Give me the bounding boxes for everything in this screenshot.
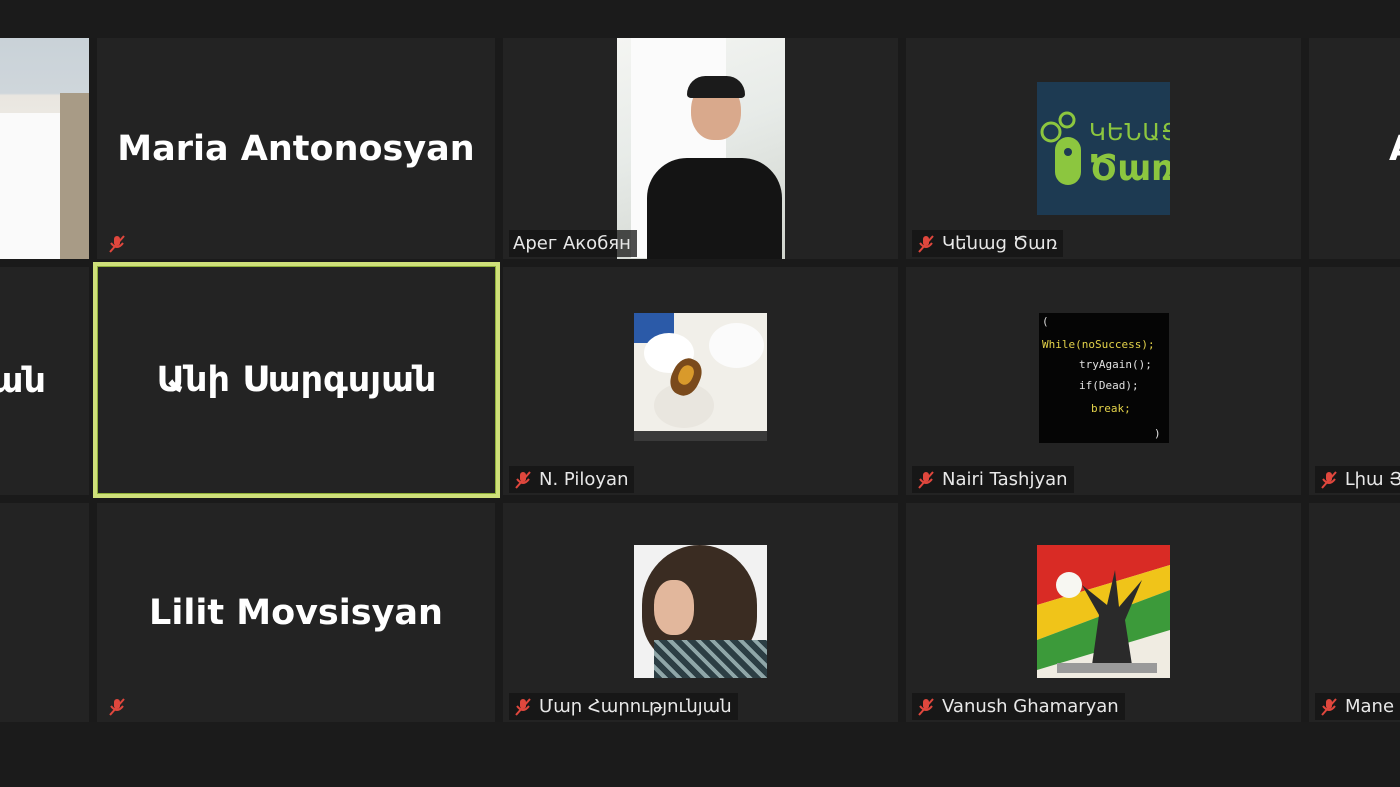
kenats-tsar-logo: ԿԵՆԱՑ Ծառ (1037, 82, 1170, 215)
participant-tile-arev[interactable]: Арег Акобян (503, 38, 898, 259)
participant-tile-left-top[interactable] (0, 38, 89, 259)
participant-tile-ani-active-speaker[interactable]: Անի Սարգսյան (93, 262, 500, 498)
name-tag (103, 230, 133, 257)
participant-tile-piloyan[interactable]: N. Piloyan (503, 267, 898, 495)
muted-mic-icon (513, 470, 533, 490)
top-bar (0, 0, 1400, 38)
muted-mic-icon (916, 470, 936, 490)
name-tag: Մար Հարությունյան (509, 693, 738, 720)
participant-tile-mar[interactable]: Մար Հարությունյան (503, 503, 898, 722)
name-tag: Nairi Tashjyan (912, 466, 1074, 493)
participant-tile-maria[interactable]: Maria Antonosyan (97, 38, 495, 259)
name-tag: Կենաց Ծառ (912, 230, 1064, 257)
participant-display-name: Lilit Movsisyan (149, 592, 443, 633)
participant-name: Mane (1345, 696, 1395, 717)
muted-mic-icon (1319, 470, 1339, 490)
logo-line-1: ԿԵՆԱՑ (1089, 120, 1170, 146)
name-tag (103, 693, 133, 720)
participant-tile-lilit[interactable]: Lilit Movsisyan (97, 503, 495, 722)
participant-tile-left-bottom[interactable] (0, 503, 89, 722)
code-line: ( (1042, 315, 1049, 328)
logo-line-2: Ծառ (1089, 148, 1170, 189)
code-line: if(Dead); (1079, 379, 1139, 392)
profile-picture-bee (634, 313, 767, 441)
name-tag: Լիա Յ (1315, 466, 1400, 493)
video-grid: Maria Antonosyan Арег Акобян ԿԵՆԱՑ (0, 0, 1400, 787)
participant-video (0, 38, 89, 259)
muted-mic-icon (513, 697, 533, 717)
participant-tile-nairi[interactable]: ( While(noSuccess); tryAgain(); if(Dead)… (906, 267, 1301, 495)
muted-mic-icon (916, 234, 936, 254)
participant-name: Арег Акобян (513, 233, 631, 254)
muted-mic-icon (107, 234, 127, 254)
participant-video (617, 38, 785, 259)
participant-tile-vanush[interactable]: Vanush Ghamaryan (906, 503, 1301, 722)
muted-mic-icon (107, 697, 127, 717)
participant-name: Nairi Tashjyan (942, 469, 1068, 490)
name-tag: Vanush Ghamaryan (912, 693, 1125, 720)
profile-picture-portrait (634, 545, 767, 678)
name-tag: Арег Акобян (509, 230, 637, 257)
participant-tile-kenats[interactable]: ԿԵՆԱՑ Ծառ Կենաց Ծառ (906, 38, 1301, 259)
participant-display-name: ան (0, 361, 46, 401)
code-line: tryAgain(); (1079, 358, 1152, 371)
profile-picture-code: ( While(noSuccess); tryAgain(); if(Dead)… (1039, 313, 1169, 443)
participant-name: N. Piloyan (539, 469, 629, 490)
name-tag: N. Piloyan (509, 466, 635, 493)
code-line: break; (1091, 402, 1131, 415)
participant-tile-right-bottom[interactable]: Mane (1309, 503, 1400, 722)
bottom-bar (0, 722, 1400, 787)
muted-mic-icon (1319, 697, 1339, 717)
participant-display-name: Maria Antonosyan (117, 128, 475, 169)
participant-display-name: Անի Սարգսյան (156, 360, 437, 400)
code-line: ) (1154, 427, 1161, 440)
participant-display-name: A (1389, 129, 1400, 169)
participant-name: Կենաց Ծառ (942, 233, 1058, 254)
participant-name: Մար Հարությունյան (539, 696, 732, 717)
name-tag: Mane (1315, 693, 1400, 720)
participant-tile-right-top[interactable]: A (1309, 38, 1400, 259)
participant-name: Լիա Յ (1345, 469, 1400, 490)
participant-name: Vanush Ghamaryan (942, 696, 1119, 717)
profile-picture-painting (1037, 545, 1170, 678)
muted-mic-icon (916, 697, 936, 717)
participant-tile-right-mid[interactable]: Լիա Յ (1309, 267, 1400, 495)
participant-tile-left-mid[interactable]: ան (0, 267, 89, 495)
